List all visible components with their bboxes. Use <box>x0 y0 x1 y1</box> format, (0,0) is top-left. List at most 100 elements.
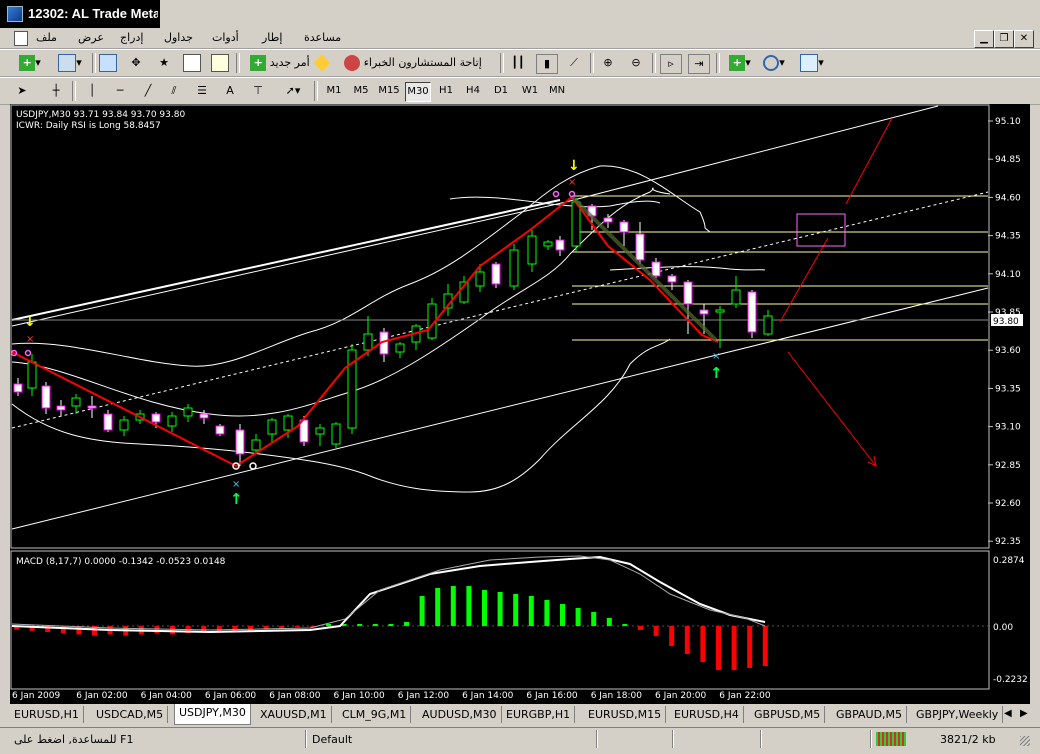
indicators-button[interactable]: + ▾ <box>724 54 756 72</box>
cursor-icon[interactable]: ➤ <box>12 82 32 100</box>
menu-tools[interactable]: أدوات <box>212 31 239 44</box>
tab-gbpusd-m5[interactable]: GBPUSD,M5 <box>750 706 826 723</box>
tab-usdjpy-m30[interactable]: USDJPY,M30 <box>174 704 251 725</box>
new-order-button[interactable]: + أمر جديد <box>244 54 316 72</box>
indicator-label: ICWR: Daily RSI is Long 58.8457 <box>16 121 161 131</box>
menu-window[interactable]: إطار <box>262 31 282 44</box>
macd-main-line <box>11 555 766 631</box>
menu-insert[interactable]: إدراج <box>120 31 143 44</box>
chart-canvas[interactable]: USDJPY,M30 93.71 93.84 93.70 93.80 ICWR:… <box>10 104 1030 704</box>
price-label: 93.10 <box>995 423 1021 433</box>
tab-gbpaud-m5[interactable]: GBPAUD,M5 <box>832 706 908 723</box>
close-button[interactable]: ✕ <box>1014 30 1034 48</box>
title-bar: 12302: AL Trade MetaTra <box>0 0 160 28</box>
tester-button[interactable] <box>210 54 230 72</box>
tab-usdcad-m5[interactable]: USDCAD,M5 <box>92 706 169 723</box>
tab-eurgbp-h1[interactable]: EURGBP,H1 <box>502 706 576 723</box>
svg-text:×: × <box>712 351 720 362</box>
timeframe-d1[interactable]: D1 <box>489 82 513 100</box>
arrows-dropdown-icon[interactable]: ➚▾ <box>278 82 308 100</box>
timeframe-w1[interactable]: W1 <box>518 82 542 100</box>
svg-text:×: × <box>568 177 576 188</box>
zoom-out-icon[interactable]: ⊖ <box>626 54 646 72</box>
timeframe-mn[interactable]: MN <box>545 82 569 100</box>
time-label: 6 Jan 10:00 <box>334 691 386 701</box>
text-label-icon[interactable]: ⊤ <box>248 82 268 100</box>
time-label: 6 Jan 2009 <box>12 691 60 701</box>
trendline-icon[interactable]: ╱ <box>138 82 158 100</box>
tab-audusd-m30[interactable]: AUDUSD,M30 <box>418 706 502 723</box>
tab-scroll-right-icon[interactable]: ▶ <box>1020 708 1028 719</box>
document-icon[interactable] <box>14 31 28 46</box>
timeframe-h1[interactable]: H1 <box>434 82 458 100</box>
tab-scroll-left-icon[interactable]: ◀ <box>1004 708 1012 719</box>
tab-clm-9g-m1[interactable]: CLM_9G,M1 <box>338 706 412 723</box>
status-profile: Default <box>312 733 353 746</box>
menu-view[interactable]: عرض <box>78 31 104 44</box>
vertical-line-icon[interactable]: │ <box>82 82 102 100</box>
tab-eurusd-m15[interactable]: EURUSD,M15 <box>584 706 667 723</box>
time-label: 6 Jan 06:00 <box>205 691 257 701</box>
price-label: 94.85 <box>995 155 1021 165</box>
horizontal-line-icon[interactable]: ─ <box>110 82 130 100</box>
channel-lines <box>11 105 989 530</box>
line-chart-button[interactable]: ⟋ <box>564 54 584 72</box>
svg-text:↓: ↓ <box>24 314 36 330</box>
window-title: 12302: AL Trade MetaTra <box>28 6 158 21</box>
expert-advisors-button[interactable]: إتاحة المستشارون الخبراء <box>338 54 488 72</box>
new-chart-button[interactable]: + ▾ <box>12 54 48 72</box>
target-box <box>796 213 846 247</box>
macd-header: MACD (8,17,7) 0.0000 -0.1342 -0.0523 0.0… <box>16 557 226 567</box>
time-label: 6 Jan 14:00 <box>462 691 514 701</box>
chart-shift-button[interactable]: ⇥ <box>688 54 710 74</box>
navigator-button[interactable]: ✥ <box>126 54 146 72</box>
price-label: 95.10 <box>995 117 1021 127</box>
timeframe-m1[interactable]: M1 <box>322 82 346 100</box>
timeframe-m5[interactable]: M5 <box>349 82 373 100</box>
fibonacci-icon[interactable]: ☰ <box>192 82 212 100</box>
tab-eurusd-h1[interactable]: EURUSD,H1 <box>10 706 84 723</box>
periods-clock-icon[interactable]: ▾ <box>758 54 790 72</box>
candlestick-button[interactable]: ▮ <box>536 54 558 74</box>
templates-button[interactable]: ▾ <box>796 54 828 72</box>
connection-status-icon <box>876 732 906 746</box>
projection-arrows <box>779 117 893 467</box>
menu-help[interactable]: مساعدة <box>304 31 341 44</box>
time-label: 6 Jan 12:00 <box>398 691 450 701</box>
restore-button[interactable]: ❐ <box>994 30 1014 48</box>
macd-label-bottom: -0.2232 <box>993 675 1028 685</box>
new-order-label: أمر جديد <box>269 56 310 69</box>
tab-gbpjpy-weekly[interactable]: GBPJPY,Weekly <box>912 706 1004 723</box>
timeframe-m15[interactable]: M15 <box>377 82 401 100</box>
resize-grip-icon[interactable] <box>1020 736 1030 746</box>
svg-text:↑: ↑ <box>710 364 723 382</box>
timeframe-m30[interactable]: M30 <box>405 82 431 102</box>
timeframe-h4[interactable]: H4 <box>461 82 485 100</box>
tab-xauusd-m1[interactable]: XAUUSD,M1 <box>256 706 332 723</box>
signal-markers: ↓ × ↓ × × ↑ × ↑ <box>10 158 723 508</box>
zoom-in-icon[interactable]: ⊕ <box>598 54 618 72</box>
market-watch-button[interactable] <box>98 54 118 72</box>
alert-icon[interactable] <box>312 54 332 72</box>
standard-toolbar: + ▾ ▾ ✥ ★ + أمر جديد إتاحة المستشارون الخ… <box>0 49 1040 77</box>
menu-charts[interactable]: جداول <box>164 31 193 44</box>
time-label: 6 Jan 04:00 <box>141 691 193 701</box>
chart-header: USDJPY,M30 93.71 93.84 93.70 93.80 <box>16 110 185 120</box>
bar-chart-button[interactable]: ┃┃ <box>508 54 528 72</box>
price-label: 92.35 <box>995 537 1021 547</box>
channel-icon[interactable]: ⫽ <box>164 82 184 100</box>
autoscroll-button[interactable]: ▹ <box>660 54 682 74</box>
profiles-button[interactable]: ▾ <box>54 54 86 72</box>
terminal-button[interactable] <box>182 54 202 72</box>
favorites-button[interactable]: ★ <box>154 54 174 72</box>
minimize-button[interactable]: ▁ <box>974 30 994 48</box>
tab-eurusd-h4[interactable]: EURUSD,H4 <box>670 706 744 723</box>
text-tool-button[interactable]: A <box>220 82 240 100</box>
crosshair-icon[interactable]: ┼ <box>46 82 66 100</box>
menu-file[interactable]: ملف <box>36 31 57 44</box>
chart-window[interactable]: USDJPY,M30 93.71 93.84 93.70 93.80 ICWR:… <box>10 104 1030 704</box>
time-axis: 6 Jan 2009 6 Jan 02:00 6 Jan 04:00 6 Jan 06… <box>12 691 771 701</box>
price-label: 94.10 <box>995 270 1021 280</box>
time-label: 6 Jan 20:00 <box>655 691 707 701</box>
expert-advisors-label: إتاحة المستشارون الخبراء <box>363 56 482 69</box>
